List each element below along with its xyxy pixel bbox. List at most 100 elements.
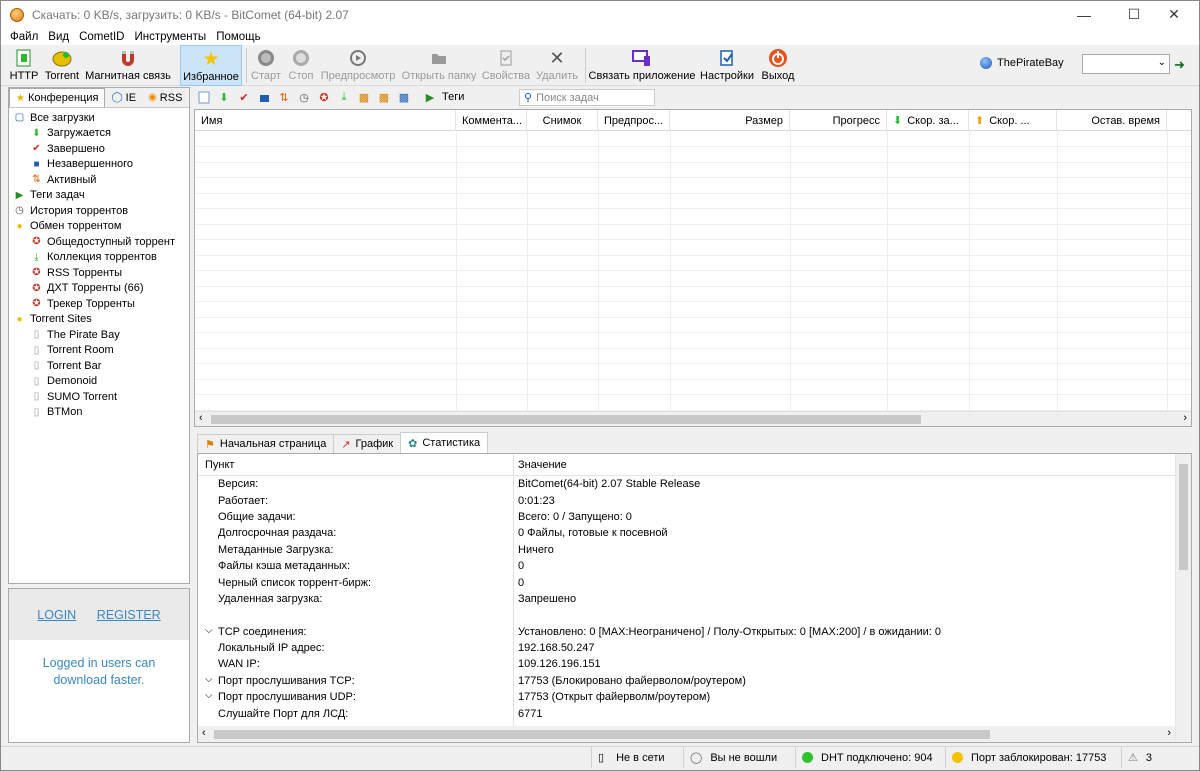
statistics-row[interactable]: ⌵ Порт прослушивания UDP: 17753 (Открыт фа…	[198, 689, 1191, 705]
stat-key-label: Долгосрочная раздача:	[218, 527, 337, 540]
properties-button[interactable]: Свойства	[482, 45, 530, 86]
menu-cometid[interactable]: CometID	[74, 31, 129, 43]
tree-item[interactable]: ▢ Все загрузки	[9, 110, 189, 126]
tree-item[interactable]: ▶ Теги задач	[9, 188, 189, 204]
tracker-torrent-icon[interactable]: ▩	[394, 88, 414, 106]
tree-item[interactable]: ✪ RSS Торренты	[9, 265, 189, 281]
column-comment[interactable]: Коммента...	[456, 110, 527, 131]
tree-item[interactable]: ● Torrent Sites	[9, 312, 189, 328]
http-button[interactable]: HTTP	[9, 45, 39, 86]
stat-key: WAN IP:	[198, 658, 514, 670]
open-folder-button[interactable]: Открыть папку	[402, 45, 476, 86]
expand-chevron-icon[interactable]: ⌵	[205, 625, 213, 636]
statistics-row[interactable]: ⌵ TCP соединения: Установлено: 0 [MAX:Неог…	[198, 624, 1191, 640]
scroll-thumb[interactable]	[1179, 464, 1188, 570]
tree-item[interactable]: ▯ BTMon	[9, 405, 189, 421]
tree-item[interactable]: ▯ Torrent Bar	[9, 358, 189, 374]
check-icon[interactable]: ✔	[234, 88, 254, 106]
delete-button[interactable]: ✕ Удалить	[535, 45, 579, 86]
tree-item[interactable]: ● Обмен торрентом	[9, 219, 189, 235]
torrent-icon[interactable]: ✪	[314, 88, 334, 106]
exit-button[interactable]: Выход	[760, 45, 796, 86]
new-task-icon[interactable]	[194, 88, 214, 106]
preview-button[interactable]: Предпросмотр	[321, 45, 395, 86]
magnet-link-button[interactable]: Магнитная связь	[85, 45, 171, 86]
tab-conference[interactable]: ★ Конференция	[9, 88, 106, 107]
tab-ie[interactable]: ◯ IE	[105, 88, 142, 107]
scroll-left-icon[interactable]: ‹	[199, 412, 203, 424]
tab-graph[interactable]: ↗ График	[333, 434, 402, 453]
tab-rss[interactable]: ◉ RSS	[142, 88, 188, 107]
port-status[interactable]: Порт заблокирован: 17753	[945, 747, 1117, 768]
header-item: Пункт	[205, 458, 235, 471]
login-status[interactable]: ◯ Вы не вошли	[683, 747, 795, 768]
login-link[interactable]: LOGIN	[37, 608, 76, 622]
dht-status-icon	[802, 752, 813, 763]
minimize-button[interactable]: —	[1061, 1, 1107, 28]
menu-file[interactable]: Файл	[5, 31, 43, 43]
tree-item[interactable]: ⬇ Загружается	[9, 126, 189, 142]
start-button[interactable]: Старт	[251, 45, 281, 86]
up-down-icon[interactable]: ⇅	[274, 88, 294, 106]
tab-start-page[interactable]: ⚑ Начальная страница	[197, 434, 335, 453]
tree-item[interactable]: ✔ Завершено	[9, 141, 189, 157]
column-name[interactable]: Имя	[195, 110, 456, 131]
site-search-combo[interactable]: ⌄	[1082, 54, 1170, 74]
tags-button[interactable]: Теги	[442, 91, 464, 103]
downloads-icon: ▢	[14, 112, 25, 124]
tree-item[interactable]: ▯ SUMO Torrent	[9, 389, 189, 405]
statistics-vscrollbar[interactable]	[1175, 454, 1191, 742]
tree-item[interactable]: ✪ Трекер Торренты	[9, 296, 189, 312]
stop-button[interactable]: Стоп	[286, 45, 316, 86]
link-app-button[interactable]: Связать приложение	[589, 45, 695, 86]
column-down-speed[interactable]: ⬇ Скор. за...	[887, 110, 969, 131]
column-preview[interactable]: Предпрос...	[598, 110, 670, 131]
notification-status[interactable]: ⚠ 3	[1121, 747, 1161, 768]
scroll-thumb[interactable]	[211, 415, 921, 424]
tree-item[interactable]: ⇅ Активный	[9, 172, 189, 188]
task-search-input[interactable]: ⚲ Поиск задач	[519, 89, 655, 106]
settings-button[interactable]: Настройки	[698, 45, 756, 86]
scroll-left-icon[interactable]: ‹	[202, 727, 206, 739]
tab-statistics[interactable]: ✿ Статистика	[400, 432, 489, 453]
torrent-button[interactable]: Torrent	[43, 45, 81, 86]
tree-item[interactable]: ◷ История торрентов	[9, 203, 189, 219]
dht-torrent-icon[interactable]: ▩	[374, 88, 394, 106]
dht-status[interactable]: DHT подключено: 904	[795, 747, 945, 768]
scroll-right-icon[interactable]: ›	[1167, 727, 1171, 739]
column-up-speed[interactable]: ⬆ Скор. ...	[969, 110, 1057, 131]
tree-item[interactable]: ▯ Demonoid	[9, 374, 189, 390]
arrow-down-icon[interactable]: ⬇	[214, 88, 234, 106]
rss-torrent-icon[interactable]: ▩	[354, 88, 374, 106]
page-icon: ▯	[33, 360, 40, 372]
scroll-thumb[interactable]	[214, 730, 990, 739]
scroll-right-icon[interactable]: ›	[1183, 412, 1187, 424]
history-icon[interactable]: ◷	[294, 88, 314, 106]
expand-chevron-icon[interactable]: ⌵	[205, 690, 213, 701]
task-list-hscrollbar[interactable]: ‹ ›	[195, 411, 1191, 426]
column-time-left[interactable]: Остав. время	[1057, 110, 1167, 131]
menu-help[interactable]: Помощь	[211, 31, 265, 43]
tree-item[interactable]: ▯ The Pirate Bay	[9, 327, 189, 343]
close-button[interactable]: ✕	[1151, 1, 1197, 28]
expand-chevron-icon[interactable]: ⌵	[205, 674, 213, 685]
column-snapshot[interactable]: Снимок	[527, 110, 598, 131]
tree-item[interactable]: ✪ ДХТ Торренты (66)	[9, 281, 189, 297]
torrent-collection-icon[interactable]: ⤓	[334, 88, 354, 106]
register-link[interactable]: REGISTER	[97, 608, 161, 622]
statistics-row: Работает: 0:01:23	[198, 492, 1191, 508]
statistics-row[interactable]: ⌵ Порт прослушивания TCP: 17753 (Блокирова…	[198, 673, 1191, 689]
tree-item[interactable]: ▯ Torrent Room	[9, 343, 189, 359]
column-size[interactable]: Размер	[670, 110, 790, 131]
go-arrow-icon[interactable]: ➜	[1174, 57, 1185, 73]
menu-tools[interactable]: Инструменты	[129, 31, 211, 43]
statistics-hscrollbar[interactable]: ‹ ›	[198, 726, 1175, 742]
blue-square-icon[interactable]	[254, 88, 274, 106]
tree-item[interactable]: ⤓ Коллекция торрентов	[9, 250, 189, 266]
tree-item[interactable]: ✪ Общедоступный торрент	[9, 234, 189, 250]
tree-item[interactable]: ■ Незавершенного	[9, 157, 189, 173]
column-progress[interactable]: Прогресс	[790, 110, 887, 131]
favorites-button[interactable]: ★ Избранное	[180, 45, 242, 86]
menu-view[interactable]: Вид	[43, 31, 74, 43]
network-status[interactable]: ▯ Не в сети	[591, 747, 683, 768]
